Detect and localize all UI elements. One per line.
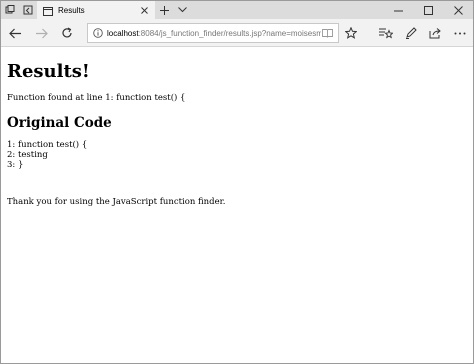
url-path: :8084/js_function_finder/results.jsp?nam… — [138, 28, 335, 38]
page-icon — [43, 1, 53, 20]
back-arrow-icon[interactable] — [5, 23, 25, 43]
url-text: localhost:8084/js_function_finder/result… — [107, 29, 334, 38]
pen-icon[interactable] — [401, 23, 421, 43]
maximize-icon[interactable] — [413, 1, 443, 19]
code-line: 3: } — [7, 160, 24, 170]
url-host: localhost — [107, 28, 139, 38]
tab-bar: Results — [1, 1, 473, 19]
browser-window: Results localhost:8084/js_function_finde… — [0, 0, 474, 364]
code-line: 2: testing — [7, 150, 48, 160]
tab-label: Results — [58, 5, 85, 15]
code-listing: 1: function test() { 2: testing 3: } — [7, 140, 467, 170]
code-line: 1: function test() { — [7, 140, 88, 150]
tab-results[interactable]: Results — [37, 1, 155, 19]
minimize-icon[interactable] — [383, 1, 413, 19]
window-close-icon[interactable] — [443, 1, 473, 19]
share-icon[interactable] — [425, 23, 445, 43]
plus-icon[interactable] — [155, 1, 173, 19]
refresh-icon[interactable] — [57, 23, 77, 43]
favorites-list-icon[interactable] — [376, 23, 396, 43]
original-code-heading: Original Code — [7, 115, 112, 131]
navigation-bar: localhost:8084/js_function_finder/result… — [1, 19, 473, 47]
thank-you-text: Thank you for using the JavaScript funct… — [7, 197, 226, 207]
more-icon[interactable] — [450, 23, 470, 43]
page-content: Results! Function found at line 1: funct… — [1, 48, 473, 364]
function-found-text: Function found at line 1: function test(… — [7, 93, 186, 103]
address-bar[interactable]: localhost:8084/js_function_finder/result… — [87, 23, 339, 43]
info-icon[interactable] — [93, 28, 103, 38]
forward-arrow-icon[interactable] — [31, 23, 51, 43]
star-icon[interactable] — [341, 23, 361, 43]
tab-manager-icon[interactable] — [1, 1, 19, 19]
set-aside-tabs-icon[interactable] — [19, 1, 37, 19]
close-icon[interactable] — [138, 4, 150, 16]
reading-view-icon[interactable] — [321, 27, 334, 40]
page-title: Results! — [7, 61, 90, 82]
chevron-down-icon[interactable] — [173, 1, 191, 19]
